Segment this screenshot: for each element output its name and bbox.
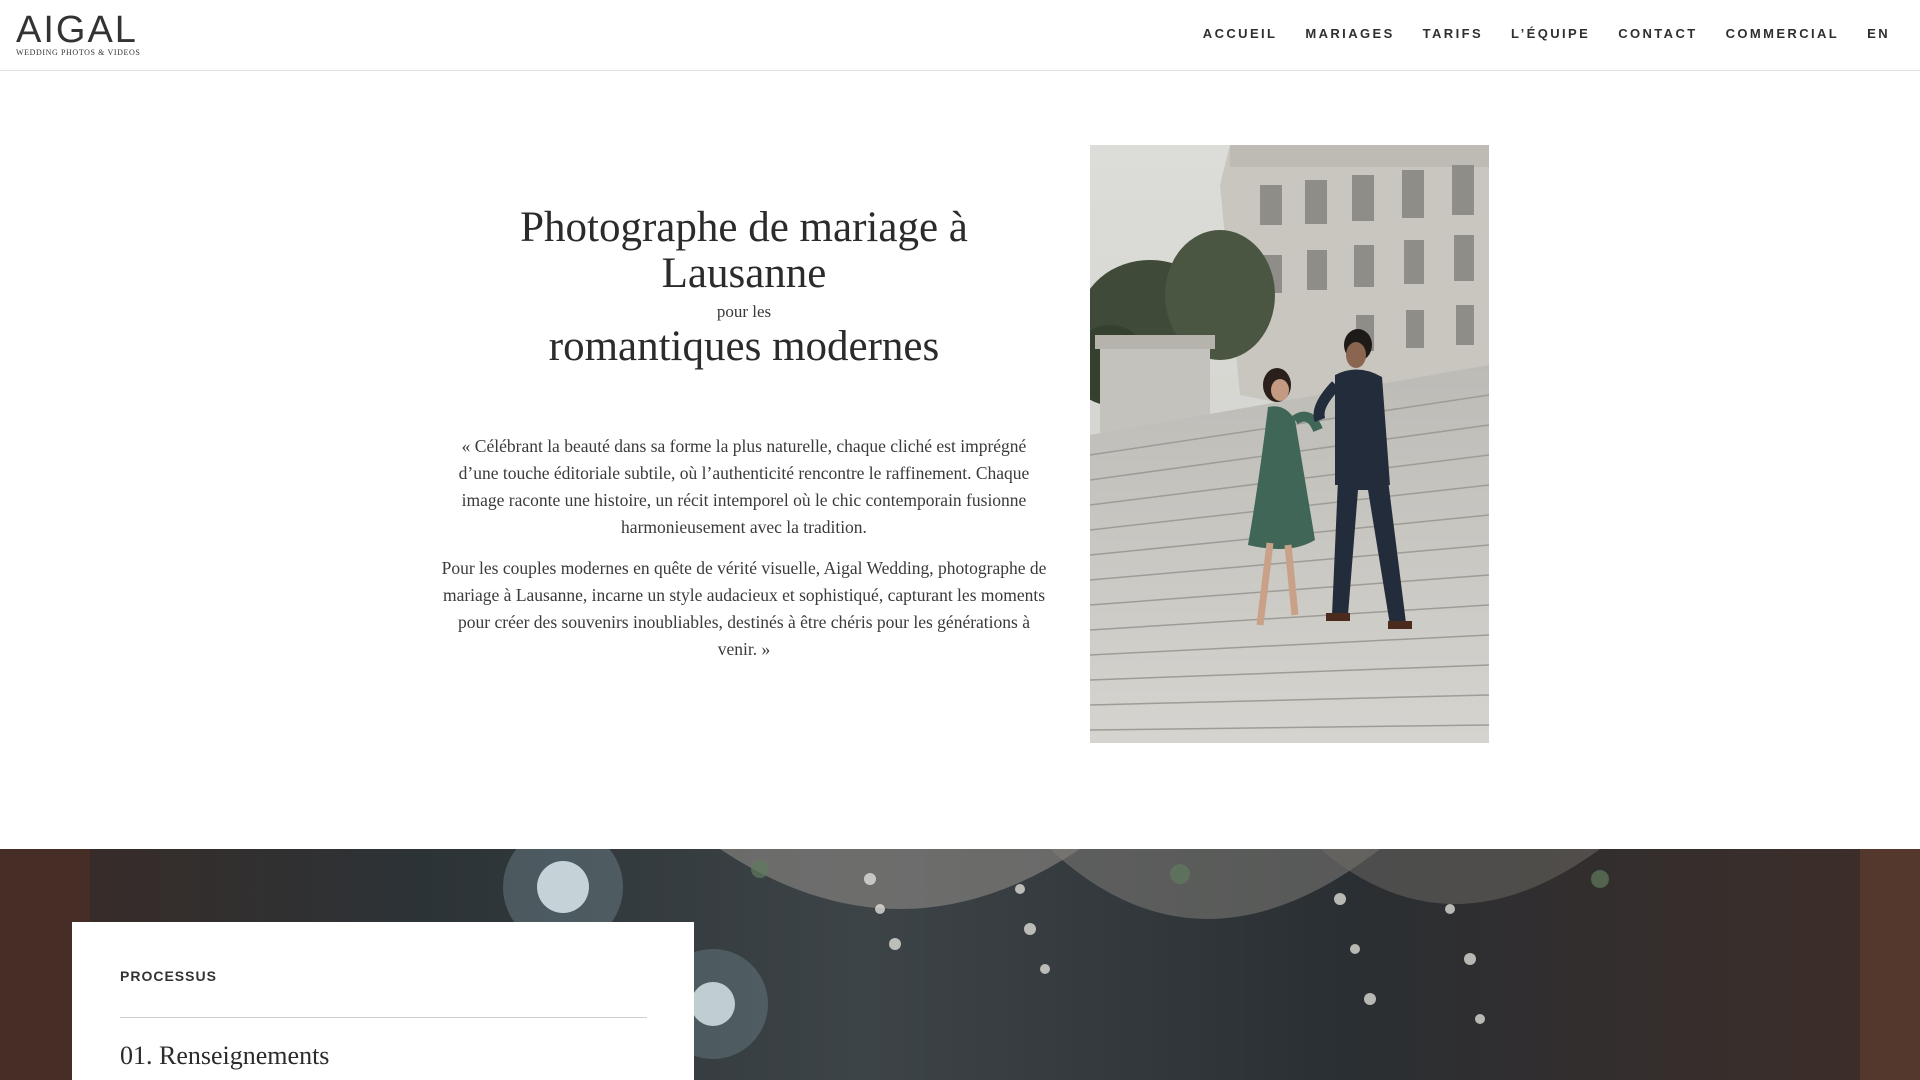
- divider: [120, 1017, 647, 1018]
- nav-item-tarifs[interactable]: TARIFS: [1423, 26, 1483, 41]
- logo[interactable]: AIGAL WEDDING PHOTOS & VIDEOS: [16, 9, 166, 57]
- logo-wordmark: AIGAL: [16, 9, 138, 51]
- couple-on-stairs-photo: [1090, 145, 1489, 743]
- language-switch[interactable]: EN: [1867, 26, 1890, 41]
- logo-tagline: WEDDING PHOTOS & VIDEOS: [16, 48, 141, 57]
- page-subtitle: romantiques modernes: [548, 323, 940, 370]
- process-label: PROCESSUS: [120, 968, 217, 984]
- process-step-title[interactable]: 01. Renseignements: [120, 1041, 329, 1071]
- nav-item-accueil[interactable]: ACCUEIL: [1203, 26, 1278, 41]
- nav-item-commercial[interactable]: COMMERCIAL: [1726, 26, 1840, 41]
- intro-section: Photographe de mariage à Lausanne pour l…: [440, 205, 1048, 663]
- nav-item-contact[interactable]: CONTACT: [1618, 26, 1697, 41]
- process-section: PROCESSUS 01. Renseignements: [0, 849, 1920, 1080]
- nav-item-equipe[interactable]: L’ÉQUIPE: [1511, 26, 1590, 41]
- main-nav: ACCUEIL MARIAGES TARIFS L’ÉQUIPE CONTACT…: [1203, 0, 1890, 66]
- nav-item-mariages[interactable]: MARIAGES: [1305, 26, 1394, 41]
- page-title: Photographe de mariage à Lausanne: [440, 205, 1048, 297]
- process-card: PROCESSUS 01. Renseignements: [72, 922, 694, 1080]
- title-line-2: Lausanne: [661, 250, 827, 297]
- intro-quote-paragraph-2: Pour les couples modernes en quête de vé…: [441, 558, 1047, 659]
- site-header: AIGAL WEDDING PHOTOS & VIDEOS ACCUEIL MA…: [0, 0, 1920, 71]
- title-line-1: Photographe de mariage à: [520, 204, 968, 251]
- intro-quote-paragraph-1: « Célébrant la beauté dans sa forme la p…: [458, 436, 1030, 537]
- title-connector: pour les: [716, 302, 772, 321]
